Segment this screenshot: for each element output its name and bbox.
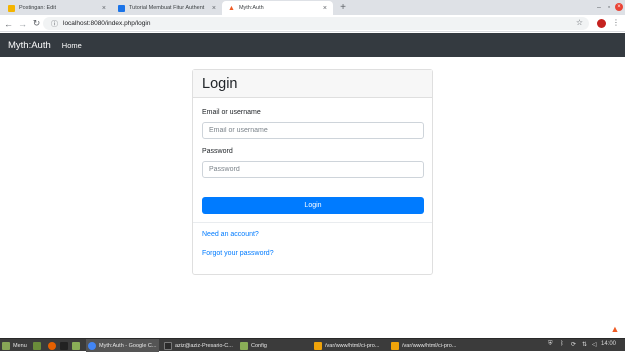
- menu-kebab-icon[interactable]: ⋮: [612, 18, 620, 27]
- email-field[interactable]: [202, 122, 424, 139]
- window-title: Config: [251, 342, 267, 349]
- info-icon[interactable]: ⓘ: [51, 19, 58, 29]
- firefox-icon: [48, 341, 56, 350]
- files-launcher[interactable]: [72, 339, 82, 352]
- navbar-brand[interactable]: Myth:Auth: [8, 40, 51, 51]
- debug-toolbar-flame-icon[interactable]: ▲: [610, 324, 620, 334]
- tab-mythauth[interactable]: ▲ Myth:Auth ×: [222, 1, 333, 15]
- login-button[interactable]: Login: [202, 197, 424, 214]
- taskbar-window-terminal[interactable]: aziz@aziz-Presario-C...: [162, 339, 236, 352]
- volume-icon[interactable]: ◁: [592, 341, 597, 348]
- taskbar-window-config[interactable]: Config: [238, 339, 298, 352]
- start-menu-button[interactable]: Menu: [2, 339, 32, 352]
- chrome-icon: [88, 341, 96, 350]
- url-text: localhost:8080/index.php/login: [63, 20, 151, 27]
- email-label: Email or username: [202, 109, 261, 116]
- site-navbar: Myth:Auth Home: [0, 33, 625, 57]
- password-label: Password: [202, 148, 233, 155]
- bluetooth-icon[interactable]: ᛒ: [560, 341, 564, 347]
- terminal-launcher[interactable]: [60, 339, 70, 352]
- firefox-launcher[interactable]: [48, 339, 58, 352]
- page-title: Login: [202, 75, 238, 92]
- minimize-button[interactable]: –: [594, 2, 604, 12]
- forgot-password-link[interactable]: Forgot your password?: [202, 250, 274, 257]
- folder-icon: [240, 341, 248, 350]
- update-icon[interactable]: ⟳: [571, 341, 576, 348]
- folder-icon: [72, 341, 80, 350]
- tab-title: Tutorial Membuat Fitur Authent: [129, 5, 205, 11]
- editor-icon: [314, 341, 322, 350]
- shield-icon[interactable]: ⛨: [548, 341, 553, 348]
- nav-home-link[interactable]: Home: [62, 41, 82, 50]
- divider: [193, 222, 432, 223]
- browser-tab-strip: Postingan: Edit × Tutorial Membuat Fitur…: [0, 0, 625, 15]
- flame-icon: ▲: [228, 4, 235, 12]
- taskbar-window-editor-1[interactable]: /var/www/html/ci-pro...: [312, 339, 386, 352]
- network-icon[interactable]: ⇅: [582, 341, 587, 348]
- forward-arrow-icon[interactable]: →: [17, 18, 28, 29]
- bookmark-star-icon[interactable]: ☆: [576, 18, 583, 27]
- tab-tutorial[interactable]: Tutorial Membuat Fitur Authent ×: [112, 1, 222, 15]
- tab-title: Myth:Auth: [238, 5, 264, 11]
- menu-icon: [2, 341, 10, 350]
- new-tab-button[interactable]: +: [337, 1, 349, 13]
- terminal-icon: [164, 341, 172, 350]
- editor-icon: [391, 341, 399, 350]
- close-tab-icon[interactable]: ×: [323, 5, 327, 12]
- close-tab-icon[interactable]: ×: [102, 5, 106, 12]
- clock[interactable]: 14:00: [601, 341, 616, 347]
- blogger-icon: [8, 4, 15, 12]
- browser-toolbar: ← → ↻ ⓘ localhost:8080/index.php/login ☆: [0, 15, 625, 32]
- taskbar-window-chrome[interactable]: Myth:Auth - Google C...: [86, 339, 159, 352]
- taskbar: Menu Myth:Auth - Google C... aziz@aziz-P…: [0, 338, 625, 352]
- address-bar[interactable]: ⓘ localhost:8080/index.php/login ☆: [43, 17, 589, 30]
- password-field[interactable]: [202, 161, 424, 178]
- close-window-button[interactable]: ×: [615, 3, 623, 11]
- window-title: /var/www/html/ci-pro...: [402, 342, 457, 349]
- login-card: Login Email or username Password Login N…: [192, 69, 433, 275]
- reload-icon[interactable]: ↻: [31, 18, 42, 29]
- show-desktop-button[interactable]: [33, 339, 43, 352]
- desktop-icon: [33, 341, 41, 350]
- register-link[interactable]: Need an account?: [202, 231, 259, 238]
- tab-postingan[interactable]: Postingan: Edit ×: [2, 1, 112, 15]
- close-tab-icon[interactable]: ×: [212, 5, 216, 12]
- taskbar-window-editor-2[interactable]: /var/www/html/ci-pro...: [389, 339, 463, 352]
- window-title: /var/www/html/ci-pro...: [325, 342, 380, 349]
- terminal-icon: [60, 341, 68, 350]
- back-arrow-icon[interactable]: ←: [3, 18, 14, 29]
- profile-avatar[interactable]: [597, 19, 606, 28]
- tab-title: Postingan: Edit: [19, 5, 56, 11]
- card-header: Login: [193, 70, 432, 98]
- site-icon: [118, 4, 125, 12]
- menu-label: Menu: [13, 342, 27, 349]
- window-title: aziz@aziz-Presario-C...: [175, 342, 233, 349]
- window-title: Myth:Auth - Google C...: [99, 342, 157, 349]
- maximize-button[interactable]: ▫: [604, 2, 614, 12]
